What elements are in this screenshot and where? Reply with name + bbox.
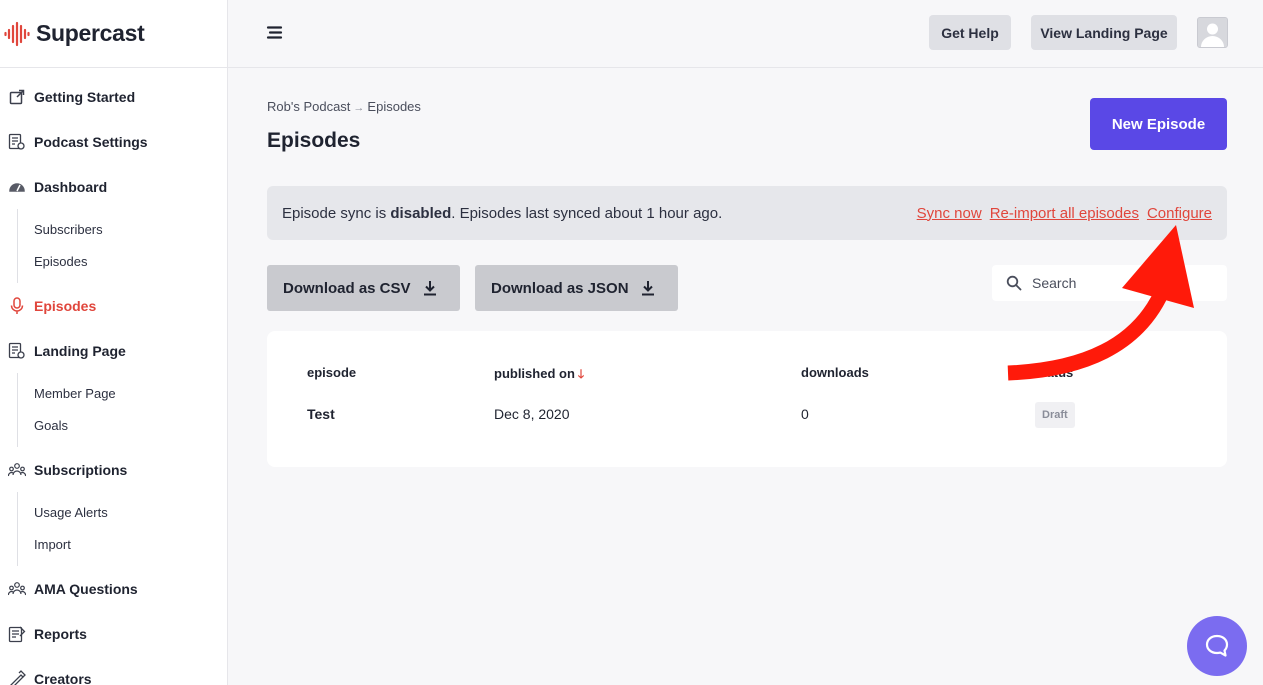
sync-prefix: Episode sync is xyxy=(282,204,391,222)
microphone-icon xyxy=(8,296,26,315)
download-csv-label: Download as CSV xyxy=(283,279,411,297)
sync-status-bar: Episode sync is disabled. Episodes last … xyxy=(267,186,1227,240)
sidebar-item-dashboard[interactable]: Dashboard xyxy=(0,164,227,209)
reimport-all-episodes-link[interactable]: Re-import all episodes xyxy=(990,205,1139,222)
chat-bubble-icon xyxy=(1205,634,1229,657)
sidebar-subitem-member-page[interactable]: Member Page xyxy=(18,377,227,409)
column-header-episode[interactable]: episode xyxy=(307,365,356,380)
sidebar-item-label: Dashboard xyxy=(34,178,108,195)
column-header-status[interactable]: status xyxy=(1035,365,1073,380)
hamburger-icon[interactable] xyxy=(266,24,284,42)
search-box xyxy=(992,265,1227,301)
breadcrumb: Rob's Podcast → Episodes xyxy=(267,99,421,114)
sync-links: Sync now Re-import all episodes Configur… xyxy=(917,205,1212,222)
download-icon xyxy=(641,281,654,296)
episode-title-cell[interactable]: Test xyxy=(307,406,335,422)
breadcrumb-separator: → xyxy=(353,102,365,114)
sidebar-subitem-goals[interactable]: Goals xyxy=(18,409,227,441)
episodes-table: episode published on 🡓 downloads status T… xyxy=(267,331,1227,467)
sidebar-item-label: AMA Questions xyxy=(34,580,138,597)
sidebar: Supercast Getting Started Podcast Settin… xyxy=(0,0,228,685)
topbar: Get Help View Landing Page xyxy=(228,0,1263,68)
published-on-cell: Dec 8, 2020 xyxy=(494,406,570,422)
view-landing-page-button[interactable]: View Landing Page xyxy=(1031,15,1177,50)
chat-launcher-button[interactable] xyxy=(1187,616,1247,676)
status-badge: Draft xyxy=(1035,402,1075,428)
sidebar-item-label: Landing Page xyxy=(34,342,126,359)
sidebar-item-label: Subscriptions xyxy=(34,461,128,478)
sidebar-item-podcast-settings[interactable]: Podcast Settings xyxy=(0,119,227,164)
new-episode-button[interactable]: New Episode xyxy=(1090,98,1227,150)
landing-page-icon xyxy=(8,342,26,360)
sidebar-item-ama-questions[interactable]: AMA Questions xyxy=(0,566,227,611)
column-header-published-on[interactable]: published on 🡓 xyxy=(494,365,584,386)
column-header-label: published on xyxy=(494,366,575,381)
download-json-label: Download as JSON xyxy=(491,279,629,297)
sort-down-icon: 🡓 xyxy=(577,367,585,381)
sidebar-item-label: Podcast Settings xyxy=(34,133,148,150)
brand[interactable]: Supercast xyxy=(0,0,227,68)
breadcrumb-parent-link[interactable]: Rob's Podcast xyxy=(267,99,350,114)
avatar-icon xyxy=(1198,18,1227,47)
reports-icon xyxy=(8,625,26,643)
sidebar-item-label: Reports xyxy=(34,625,87,642)
sidebar-item-reports[interactable]: Reports xyxy=(0,611,227,656)
column-header-downloads[interactable]: downloads xyxy=(801,365,869,380)
download-json-button[interactable]: Download as JSON xyxy=(475,265,678,311)
sidebar-item-creators[interactable]: Creators xyxy=(0,656,227,685)
sidebar-subitem-import[interactable]: Import xyxy=(18,528,227,560)
sidebar-item-label: Getting Started xyxy=(34,88,136,105)
sidebar-subitem-subscribers[interactable]: Subscribers xyxy=(18,213,227,245)
sidebar-nav: Getting Started Podcast Settings Dashboa… xyxy=(0,68,227,685)
breadcrumb-current: Episodes xyxy=(367,99,421,114)
download-icon xyxy=(423,281,436,296)
sidebar-item-label: Episodes xyxy=(34,297,97,314)
creators-icon xyxy=(8,669,26,685)
search-icon xyxy=(1006,275,1022,291)
landing-page-subnav: Member Page Goals xyxy=(17,373,227,447)
search-input[interactable] xyxy=(1032,275,1212,291)
sidebar-item-episodes[interactable]: Episodes xyxy=(0,283,227,328)
brand-name: Supercast xyxy=(36,20,145,46)
configure-link[interactable]: Configure xyxy=(1147,205,1212,222)
external-link-icon xyxy=(8,88,26,106)
sync-message: Episode sync is disabled. Episodes last … xyxy=(282,205,722,222)
sidebar-item-getting-started[interactable]: Getting Started xyxy=(0,74,227,119)
sidebar-subitem-episodes[interactable]: Episodes xyxy=(18,245,227,277)
sidebar-item-label: Creators xyxy=(34,670,92,685)
sync-now-link[interactable]: Sync now xyxy=(917,205,982,222)
users-icon xyxy=(8,461,26,479)
get-help-button[interactable]: Get Help xyxy=(929,15,1011,50)
sidebar-item-landing-page[interactable]: Landing Page xyxy=(0,328,227,373)
users-icon xyxy=(8,580,26,598)
gauge-icon xyxy=(8,178,26,196)
avatar[interactable] xyxy=(1197,17,1228,48)
sidebar-item-subscriptions[interactable]: Subscriptions xyxy=(0,447,227,492)
page-title: Episodes xyxy=(267,129,361,152)
podcast-settings-icon xyxy=(8,133,26,151)
download-csv-button[interactable]: Download as CSV xyxy=(267,265,460,311)
subscriptions-subnav: Usage Alerts Import xyxy=(17,492,227,566)
sidebar-subitem-usage-alerts[interactable]: Usage Alerts xyxy=(18,496,227,528)
supercast-logo-icon xyxy=(4,21,30,46)
downloads-cell: 0 xyxy=(801,406,809,422)
sync-suffix: . Episodes last synced about 1 hour ago. xyxy=(451,204,723,222)
dashboard-subnav: Subscribers Episodes xyxy=(17,209,227,283)
sync-status: disabled xyxy=(390,204,452,222)
